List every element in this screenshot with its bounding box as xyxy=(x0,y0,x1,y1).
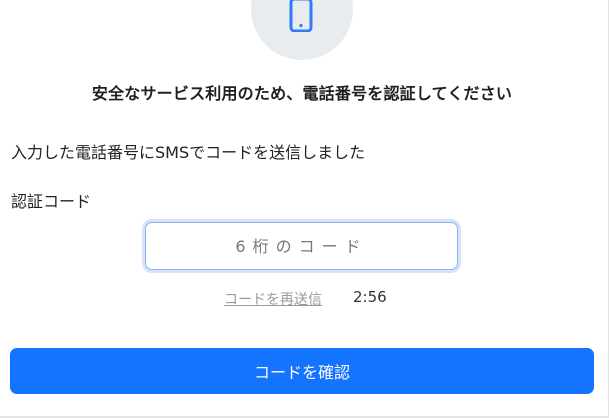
sms-sent-message: 入力した電話番号にSMSでコードを送信しました xyxy=(11,143,366,162)
resend-countdown-timer: 2:56 xyxy=(353,288,387,306)
confirm-code-button[interactable]: コードを確認 xyxy=(10,348,594,394)
resend-row: コードを再送信 2:56 xyxy=(0,288,609,311)
page-title: 安全なサービス利用のため、電話番号を認証してください xyxy=(91,84,513,103)
verification-code-label: 認証コード xyxy=(11,192,92,211)
verification-code-input[interactable] xyxy=(145,222,458,270)
resend-code-link[interactable]: コードを再送信 xyxy=(224,289,322,309)
phone-icon-circle xyxy=(251,0,353,60)
smartphone-icon xyxy=(289,0,313,32)
sms-verification-panel: 安全なサービス利用のため、電話番号を認証してください 入力した電話番号にSMSで… xyxy=(0,0,609,418)
